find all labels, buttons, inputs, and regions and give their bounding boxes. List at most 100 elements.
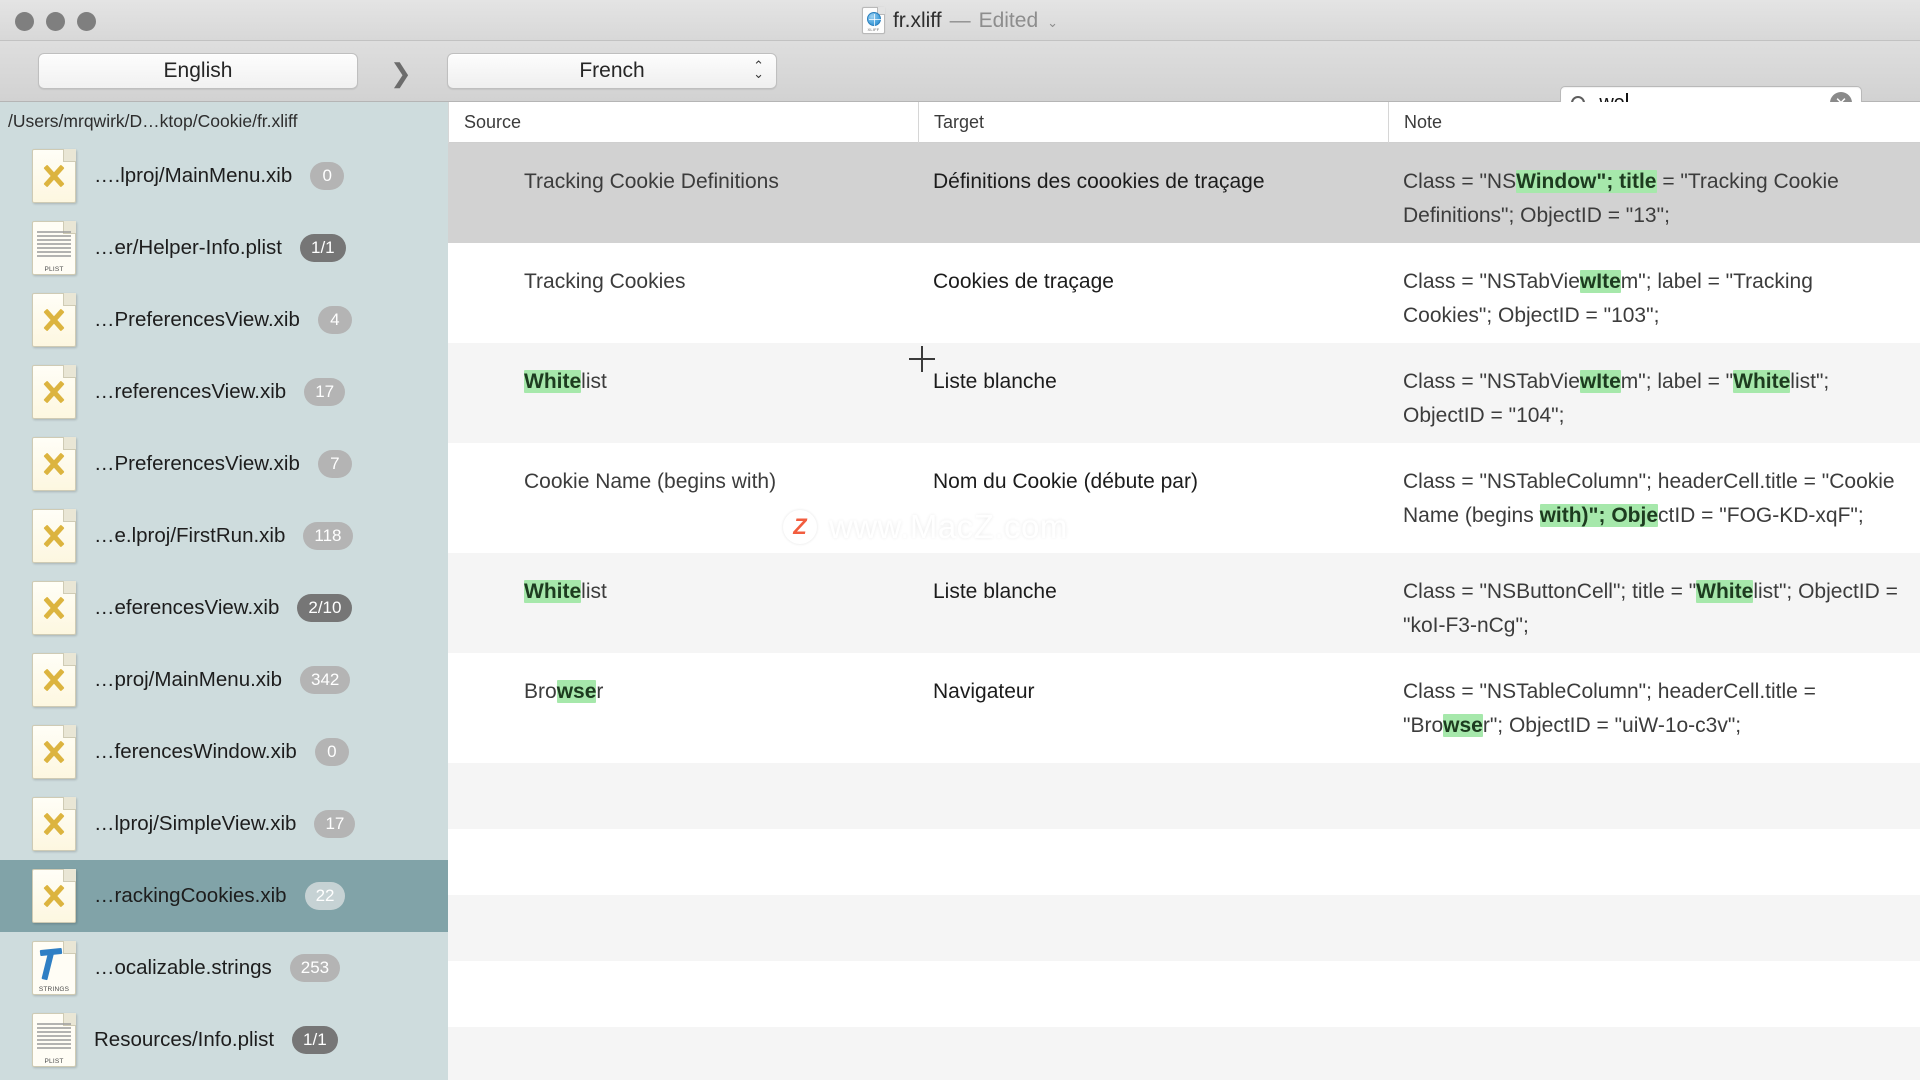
sidebar-item[interactable]: …ferencesWindow.xib 0: [0, 716, 448, 788]
sidebar-item-label: Resources/Info.plist: [94, 1028, 275, 1051]
sidebar-item-label: …PreferencesView.xib: [94, 452, 300, 475]
sidebar-item[interactable]: PLIST …er/Helper-Info.plist 1/1: [0, 212, 448, 284]
sidebar-item-count-badge: 22: [304, 882, 346, 910]
cell-target[interactable]: Liste blanche: [918, 553, 1388, 609]
column-header-source[interactable]: Source: [448, 102, 918, 143]
sidebar-item[interactable]: ….lproj/MainMenu.xib 0: [0, 140, 448, 212]
sidebar-item[interactable]: …eferencesView.xib 2/10: [0, 572, 448, 644]
sidebar-item-label: …PreferencesView.xib: [94, 308, 300, 331]
cell-source[interactable]: Cookie Name (begins with): [448, 443, 918, 499]
table-row[interactable]: Cookie Name (begins with) Nom du Cookie (…: [448, 443, 1920, 553]
search-match-highlight: White: [524, 370, 582, 393]
arrow-right-icon: ❯: [390, 59, 412, 89]
cell-source[interactable]: Whitelist: [448, 553, 918, 609]
cell-note[interactable]: Class = "NSTabViewItem"; label = "Whitel…: [1388, 343, 1920, 433]
search-match-highlight: White: [524, 580, 582, 603]
table-row-empty[interactable]: [448, 763, 1920, 829]
sidebar-item-count-badge: 17: [304, 378, 346, 406]
sidebar-item-count-badge: 7: [317, 450, 352, 478]
xib-file-icon: [32, 653, 76, 707]
cell-text: Class = "NSButtonCell"; title = ": [1403, 580, 1697, 603]
cell-source[interactable]: Browser: [448, 653, 918, 709]
column-header-note[interactable]: Note: [1388, 102, 1920, 143]
xliff-document-icon: XLIFF: [861, 7, 885, 34]
stepper-updown-icon[interactable]: ⌃ ⌄: [753, 60, 764, 82]
cell-text: Class = "NSTabVie: [1403, 270, 1580, 293]
table-row-empty[interactable]: [448, 961, 1920, 1027]
cell-text: Class = "NSTabVie: [1403, 370, 1580, 393]
sidebar-item-count-badge: 1/1: [292, 1026, 338, 1054]
cell-text: Liste blanche: [933, 370, 1057, 393]
sidebar-item[interactable]: …PreferencesView.xib 7: [0, 428, 448, 500]
file-sidebar[interactable]: /Users/mrqwirk/D…ktop/Cookie/fr.xliff ….…: [0, 102, 448, 1080]
table-row[interactable]: Whitelist Liste blanche Class = "NSButtonC…: [448, 553, 1920, 653]
table-row-empty[interactable]: [448, 895, 1920, 961]
sidebar-item[interactable]: …rackingCookies.xib 22: [0, 860, 448, 932]
cell-target[interactable]: Liste blanche: [918, 343, 1388, 399]
table-row[interactable]: Whitelist Liste blanche Class = "NSTabView…: [448, 343, 1920, 443]
cell-source[interactable]: Tracking Cookie Definitions: [448, 143, 918, 199]
window-title: fr.xliff: [892, 8, 942, 32]
search-match-highlight: wIte: [1579, 270, 1621, 293]
sidebar-item[interactable]: …proj/MainMenu.xib 342: [0, 644, 448, 716]
table-row[interactable]: Tracking Cookie Definitions Définitions d…: [448, 143, 1920, 243]
sidebar-item-label: …rackingCookies.xib: [94, 884, 287, 907]
sidebar-item-label: …proj/MainMenu.xib: [94, 668, 282, 691]
cell-note[interactable]: Class = "NSTabViewItem"; label = "Tracki…: [1388, 243, 1920, 333]
cell-note[interactable]: Class = "NSTableColumn"; headerCell.titl…: [1388, 653, 1920, 743]
sidebar-item[interactable]: …referencesView.xib 17: [0, 356, 448, 428]
search-match-highlight: wIte: [1579, 370, 1621, 393]
cell-text: ctID = "FOG-KD-xqF";: [1658, 504, 1864, 527]
column-header-target[interactable]: Target: [918, 102, 1388, 143]
cell-target[interactable]: Définitions des coookies de traçage: [918, 143, 1388, 199]
cell-source[interactable]: Whitelist: [448, 343, 918, 399]
target-language-popup[interactable]: French ⌃ ⌄: [447, 53, 777, 89]
cell-text: r"; ObjectID = "uiW-1o-c3v";: [1482, 714, 1742, 737]
sidebar-item[interactable]: PLIST Resources/Info.plist 1/1: [0, 1004, 448, 1076]
xib-file-icon: [32, 797, 76, 851]
table-row[interactable]: Browser Navigateur Class = "NSTableColumn"…: [448, 653, 1920, 763]
plist-file-icon: PLIST: [32, 221, 76, 275]
cell-target[interactable]: Nom du Cookie (débute par): [918, 443, 1388, 499]
window-edited-status: Edited: [978, 8, 1039, 32]
search-match-highlight: wse: [1443, 714, 1483, 737]
chevron-down-icon[interactable]: ⌄: [1047, 15, 1058, 31]
sidebar-item[interactable]: …PreferencesView.xib 4: [0, 284, 448, 356]
cell-target[interactable]: Navigateur: [918, 653, 1388, 709]
translation-table[interactable]: Source Target Note Tracking Cookie Defin…: [448, 102, 1920, 1080]
table-row-empty[interactable]: [448, 829, 1920, 895]
sidebar-item-count-badge: 2/10: [297, 594, 353, 622]
sidebar-item-count-badge: 342: [300, 666, 351, 694]
sidebar-item-count-badge: 0: [314, 738, 349, 766]
xib-file-icon: [32, 149, 76, 203]
window-titlebar: XLIFF fr.xliff — Edited ⌄: [0, 0, 1920, 41]
stepper-down-icon: ⌄: [753, 67, 764, 82]
cell-text: list: [581, 580, 607, 603]
sidebar-item[interactable]: STRINGS …ocalizable.strings 253: [0, 932, 448, 1004]
xib-file-icon: [32, 365, 76, 419]
sidebar-item-count-badge: 118: [303, 522, 353, 550]
cell-text: Tracking Cookie Definitions: [524, 170, 779, 193]
globe-icon: [866, 12, 881, 26]
cell-note[interactable]: Class = "NSWindow"; title = "Tracking Co…: [1388, 143, 1920, 233]
cell-text: Liste blanche: [933, 580, 1057, 603]
cell-text: r: [596, 680, 604, 703]
source-language-button[interactable]: English: [38, 53, 358, 89]
sidebar-item-label: ….lproj/MainMenu.xib: [94, 164, 293, 187]
table-row-empty[interactable]: [448, 1027, 1920, 1080]
search-match-highlight: White: [1733, 370, 1791, 393]
cell-text: Tracking Cookies: [524, 270, 686, 293]
xib-file-icon: [32, 581, 76, 635]
cell-source[interactable]: Tracking Cookies: [448, 243, 918, 299]
sidebar-item[interactable]: …e.lproj/FirstRun.xib 118: [0, 500, 448, 572]
cell-target[interactable]: Cookies de traçage: [918, 243, 1388, 299]
sidebar-item-count-badge: 1/1: [299, 234, 346, 262]
cell-note[interactable]: Class = "NSTableColumn"; headerCell.titl…: [1388, 443, 1920, 533]
sidebar-item-label: …eferencesView.xib: [94, 596, 280, 619]
sidebar-item-count-badge: 0: [310, 162, 345, 190]
xib-file-icon: [32, 293, 76, 347]
cell-text: Bro: [524, 680, 557, 703]
table-row[interactable]: Tracking Cookies Cookies de traçage Class …: [448, 243, 1920, 343]
cell-note[interactable]: Class = "NSButtonCell"; title = "Whiteli…: [1388, 553, 1920, 643]
sidebar-item[interactable]: …lproj/SimpleView.xib 17: [0, 788, 448, 860]
